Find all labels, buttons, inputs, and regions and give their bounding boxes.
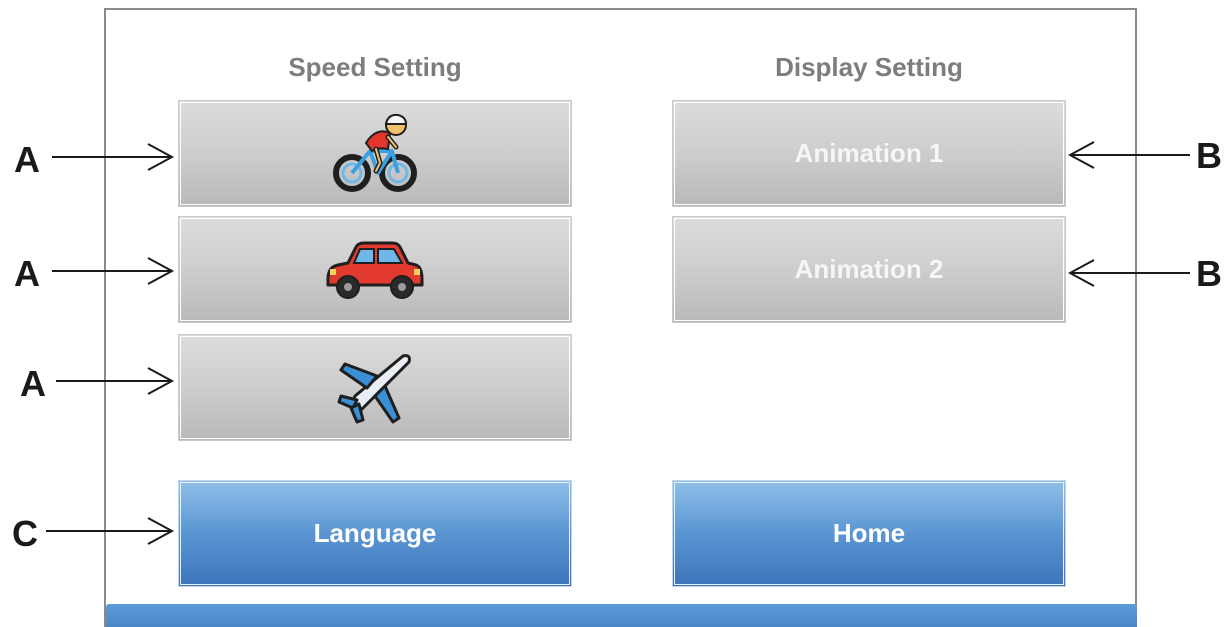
arrow-c	[46, 517, 175, 545]
car-icon	[326, 241, 424, 299]
arrow-b-1	[1068, 141, 1190, 169]
airplane-icon	[337, 353, 411, 423]
home-label: Home	[832, 518, 906, 548]
speed-bicycle-button[interactable]	[178, 100, 572, 207]
figure: Speed Setting Display Setting Animation …	[0, 0, 1230, 627]
speed-car-button[interactable]	[178, 216, 572, 323]
speed-setting-title: Speed Setting	[288, 52, 462, 82]
animation-2-label: Animation 2	[794, 254, 944, 284]
display-setting-title: Display Setting	[775, 52, 963, 82]
callout-c: C	[12, 513, 38, 554]
animation-1-label: Animation 1	[794, 138, 944, 168]
arrow-a-3	[56, 367, 175, 395]
home-button[interactable]: Home	[672, 480, 1066, 587]
callout-a-3: A	[20, 363, 46, 404]
language-label: Language	[313, 518, 437, 548]
bicycle-icon	[333, 113, 417, 192]
language-button[interactable]: Language	[178, 480, 572, 587]
arrow-b-2	[1068, 259, 1190, 287]
footer-bar	[106, 604, 1137, 627]
callout-a-2: A	[14, 253, 40, 294]
callout-b-1: B	[1196, 135, 1222, 176]
arrow-a-1	[52, 143, 175, 171]
arrow-a-2	[52, 257, 175, 285]
animation-1-button[interactable]: Animation 1	[672, 100, 1066, 207]
callout-b-2: B	[1196, 253, 1222, 294]
speed-airplane-button[interactable]	[178, 334, 572, 441]
animation-2-button[interactable]: Animation 2	[672, 216, 1066, 323]
callout-a-1: A	[14, 139, 40, 180]
